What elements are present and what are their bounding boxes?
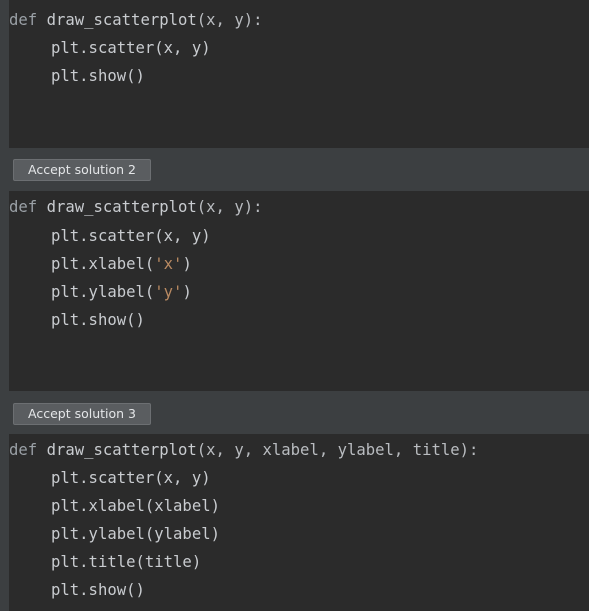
code-line-def: def draw_scatterplot(x, y): <box>9 195 263 219</box>
solution-3-code-block: def draw_scatterplot(x, y, xlabel, ylabe… <box>9 434 589 611</box>
code-line: plt.scatter(x, y) <box>51 469 211 487</box>
accept-solution-2-button[interactable]: Accept solution 2 <box>13 159 152 181</box>
solution-2-code-block: def draw_scatterplot(x, y): plt.scatter(… <box>9 191 589 391</box>
code-text: ) <box>182 283 192 301</box>
code-line: plt.scatter(x, y) <box>51 227 211 245</box>
code-line: plt.xlabel('x') <box>9 252 192 276</box>
code-line: plt.show() <box>51 311 145 329</box>
code-text: plt.ylabel( <box>51 283 155 301</box>
function-args: (x, y): <box>196 198 263 216</box>
code-line: plt.title(title) <box>51 553 202 571</box>
code-suggestions-panel: def draw_scatterplot(x, y): plt.scatter(… <box>0 0 589 611</box>
accept-solution-3-button[interactable]: Accept solution 3 <box>13 403 152 425</box>
code-line-def: def draw_scatterplot(x, y, xlabel, ylabe… <box>9 438 478 462</box>
solution-1-code-block: def draw_scatterplot(x, y): plt.scatter(… <box>9 0 589 148</box>
function-args: (x, y, xlabel, ylabel, title): <box>196 441 479 459</box>
code-line: plt.show() <box>51 67 145 85</box>
def-keyword: def <box>9 198 38 216</box>
def-keyword: def <box>9 11 38 29</box>
function-name: draw_scatterplot <box>46 441 197 459</box>
function-name: draw_scatterplot <box>46 11 197 29</box>
code-text: ) <box>182 255 192 273</box>
code-line: plt.ylabel('y') <box>9 280 192 304</box>
def-keyword: def <box>9 441 38 459</box>
code-line-def: def draw_scatterplot(x, y): <box>9 8 263 32</box>
code-line: plt.scatter(x, y) <box>51 39 211 57</box>
code-text: plt.xlabel( <box>51 255 155 273</box>
function-name: draw_scatterplot <box>46 198 197 216</box>
code-line: plt.xlabel(xlabel) <box>51 497 220 515</box>
code-line: plt.show() <box>51 581 145 599</box>
string-literal: 'x' <box>154 255 183 273</box>
string-literal: 'y' <box>154 283 183 301</box>
function-args: (x, y): <box>196 11 263 29</box>
code-line: plt.ylabel(ylabel) <box>51 525 220 543</box>
